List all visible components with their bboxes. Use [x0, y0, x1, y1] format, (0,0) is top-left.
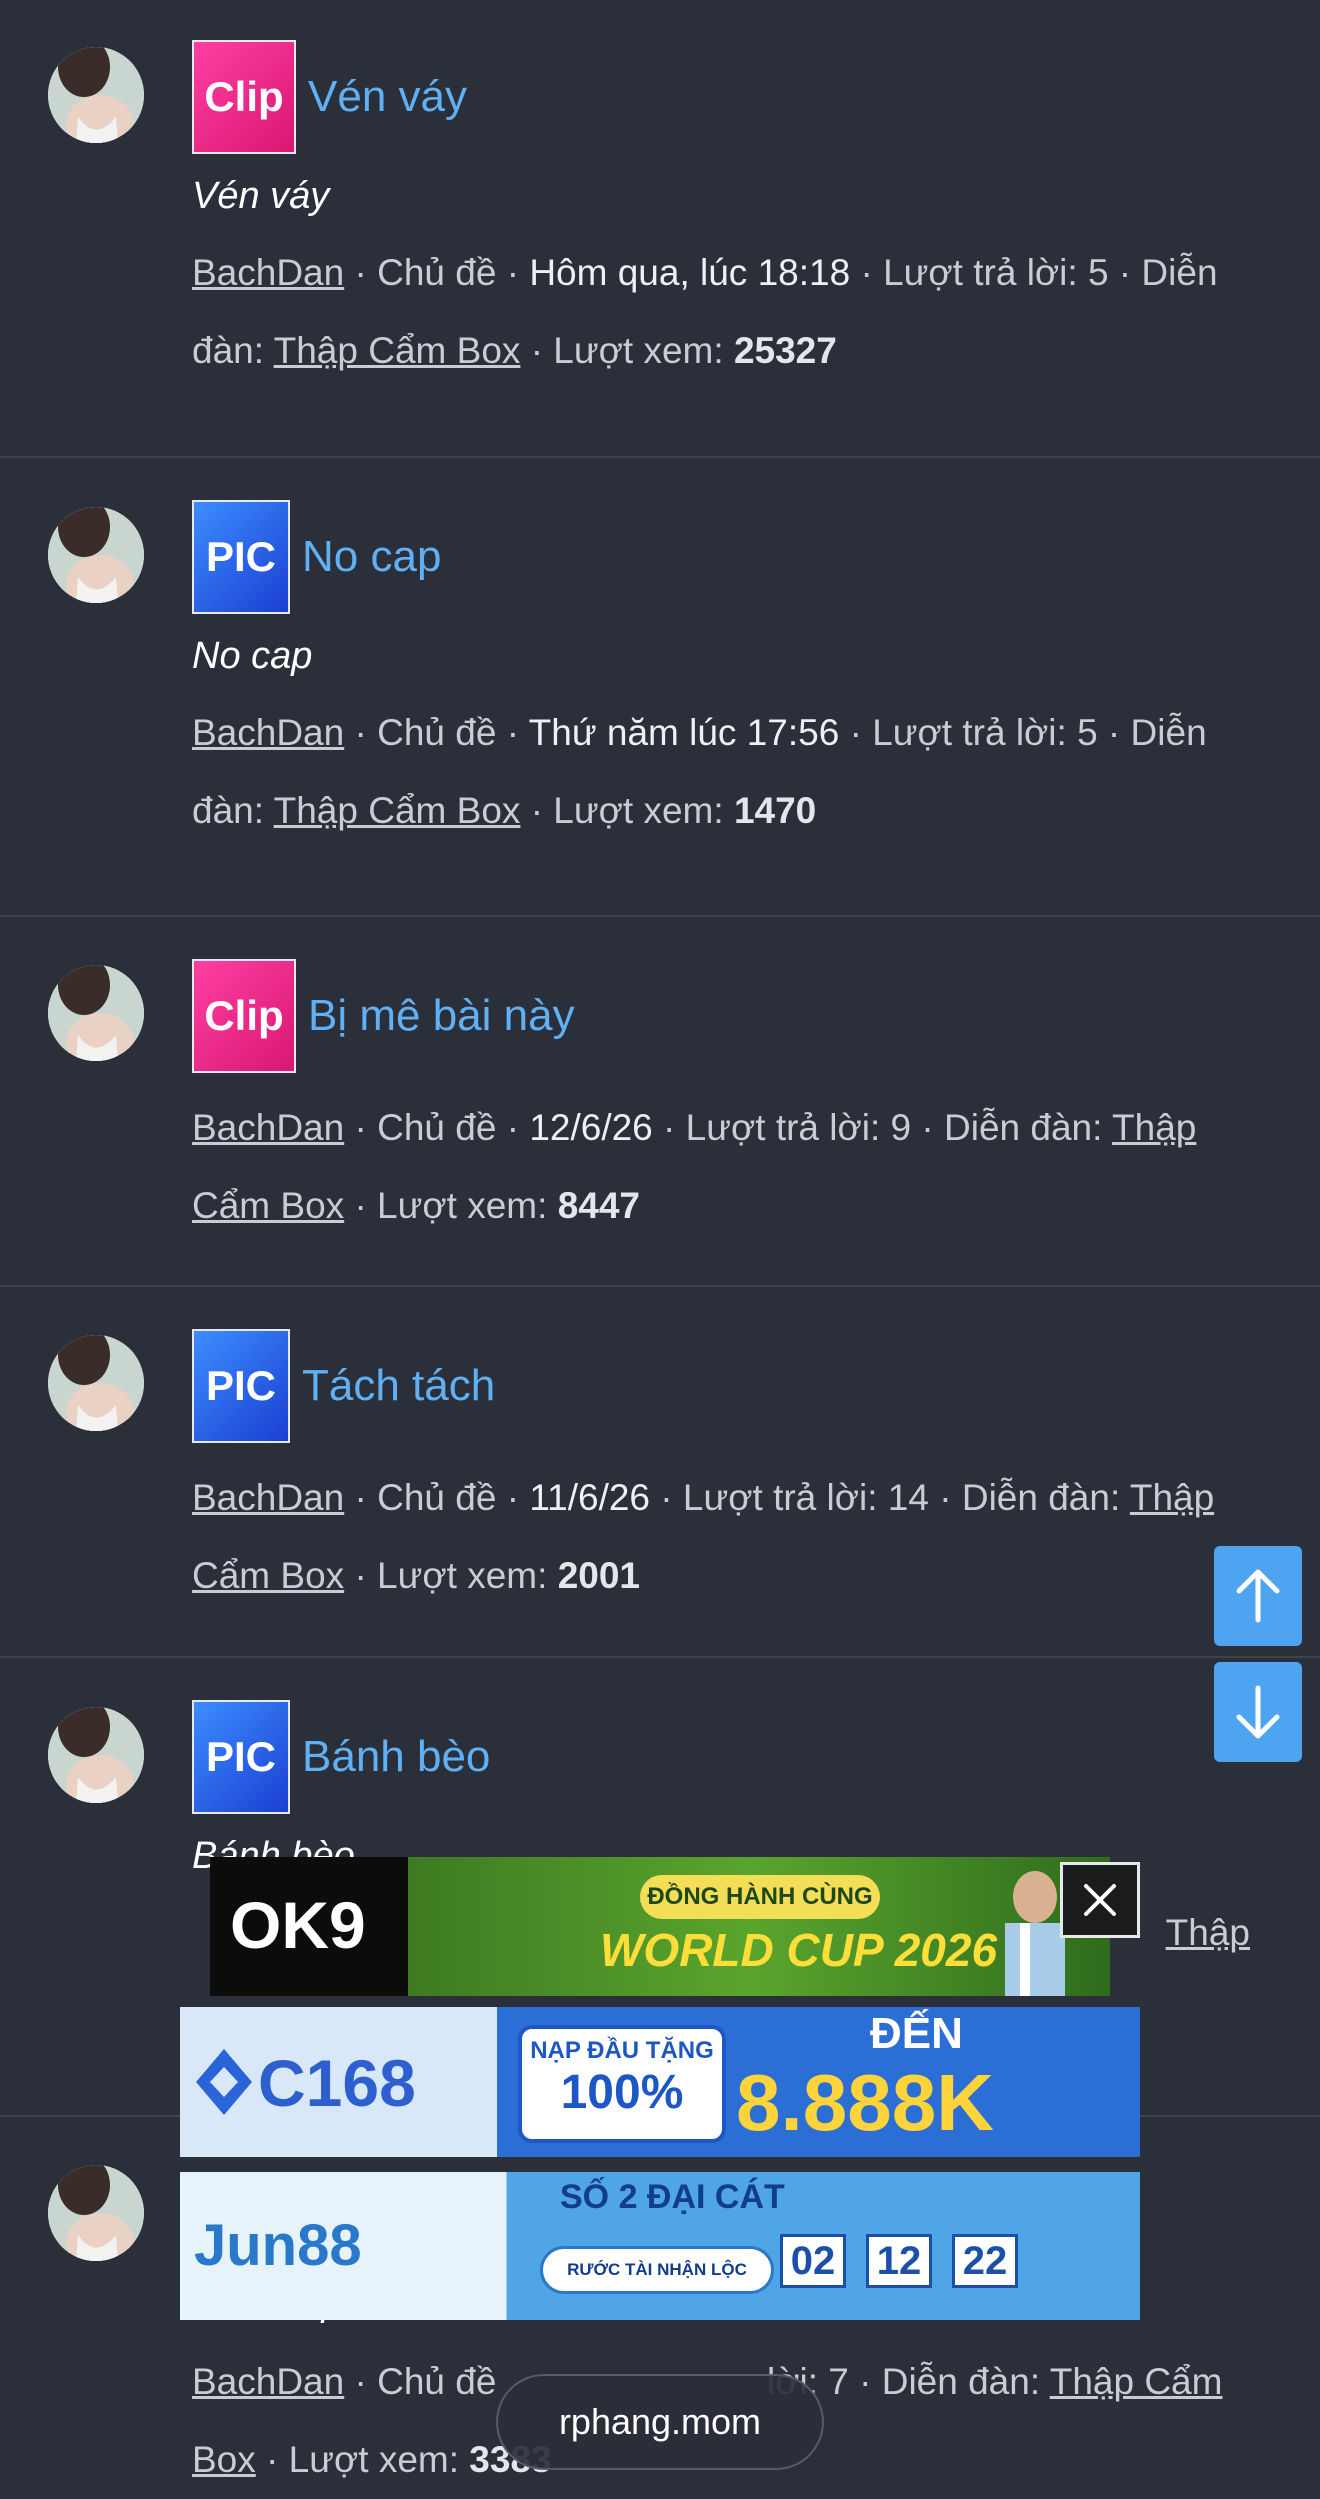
view-count: 25327: [733, 330, 837, 371]
reply-count: Lượt trả lời: 14: [682, 1477, 929, 1518]
thread-item[interactable]: PIC No cap No cap BachDan · Chủ đề · Thứ…: [0, 458, 1320, 917]
avatar[interactable]: [48, 47, 144, 143]
c168-brand: C168: [258, 2046, 416, 2120]
c168-amount: 8.888K: [736, 2058, 994, 2147]
author-link[interactable]: BachDan: [192, 1477, 344, 1518]
thread-meta: BachDan · Chủ đề · Thứ năm lúc 17:56 · L…: [192, 712, 1207, 831]
thread-item[interactable]: PIC Tách tách BachDan · Chủ đề · 11/6/26…: [0, 1287, 1320, 1658]
scroll-top-button[interactable]: [1214, 1546, 1302, 1646]
author-link[interactable]: BachDan: [192, 712, 344, 753]
view-label: Lượt xem:: [553, 790, 734, 831]
prefix-pic-badge[interactable]: PIC: [192, 1329, 290, 1443]
thread-title[interactable]: Tách tách: [302, 1364, 495, 1408]
view-label: Lượt xem:: [377, 1185, 558, 1226]
thread-date: Thứ năm lúc 17:56: [528, 712, 840, 753]
jun88-brand: Jun88: [194, 2213, 362, 2278]
thread-meta: BachDan · Chủ đề · Hôm qua, lúc 18:18 · …: [192, 252, 1218, 371]
view-count: 1470: [733, 790, 817, 831]
jun88-ad-banner[interactable]: Jun88 SỐ 2 ĐẠI CÁT RƯỚC TÀI NHẬN LỘC 02 …: [180, 2172, 1140, 2320]
close-icon: [1084, 1884, 1116, 1916]
jun88-tag: SỐ 2 ĐẠI CÁT: [560, 2178, 785, 2216]
ok9-headline: WORLD CUP 2026: [600, 1924, 998, 1976]
thread-date: 11/6/26: [529, 1477, 651, 1518]
thread-kind: Chủ đề: [377, 252, 497, 293]
thread-title[interactable]: Bánh bèo: [302, 1735, 490, 1779]
author-link[interactable]: BachDan: [192, 2361, 344, 2402]
thread-title[interactable]: Vén váy: [308, 75, 467, 119]
c168-ad-banner[interactable]: C168 NẠP ĐẦU TẶNG 100% ĐẾN 8.888K: [180, 2007, 1140, 2157]
jun88-date-year: 22: [952, 2234, 1018, 2288]
thread-meta: BachDan · Chủ đề · 11/6/26 · Lượt trả lờ…: [192, 1477, 1215, 1596]
jun88-subtag: RƯỚC TÀI NHẬN LỘC: [540, 2246, 774, 2294]
site-domain-pill[interactable]: rphang.mom: [496, 2374, 824, 2470]
thread-item[interactable]: Clip Bị mê bài này BachDan · Chủ đề · 12…: [0, 917, 1320, 1287]
reply-count: Lượt trả lời: 5: [883, 252, 1109, 293]
reply-count: Lượt trả lời: 5: [872, 712, 1098, 753]
prefix-clip-badge[interactable]: Clip: [192, 40, 296, 154]
thread-kind: Chủ đề: [377, 1107, 497, 1148]
forum-link[interactable]: Thập Cẩm Box: [274, 330, 521, 371]
thread-kind: Chủ đề: [377, 2361, 497, 2402]
thread-item[interactable]: Clip Vén váy Vén váy BachDan · Chủ đề · …: [0, 0, 1320, 458]
forum-label: Diễn đàn:: [881, 2361, 1050, 2402]
avatar[interactable]: [48, 2165, 144, 2261]
arrow-up-icon: [1236, 1569, 1280, 1623]
view-count: 8447: [557, 1185, 640, 1226]
scroll-bottom-button[interactable]: [1214, 1662, 1302, 1762]
forum-label: Diễn đàn:: [944, 1107, 1113, 1148]
thread-kind: Chủ đề: [377, 712, 497, 753]
avatar[interactable]: [48, 1335, 144, 1431]
arrow-down-icon: [1236, 1685, 1280, 1739]
view-label: Lượt xem:: [377, 1555, 558, 1596]
jun88-date-month: 12: [866, 2234, 932, 2288]
avatar[interactable]: [48, 965, 144, 1061]
prefix-clip-badge[interactable]: Clip: [192, 959, 296, 1073]
thread-title[interactable]: No cap: [302, 535, 441, 579]
author-link[interactable]: BachDan: [192, 1107, 344, 1148]
ok9-ad-banner[interactable]: OK9 ĐỒNG HÀNH CÙNG WORLD CUP 2026: [210, 1857, 1110, 1996]
thread-title[interactable]: Bị mê bài này: [308, 994, 575, 1038]
thread-snippet: Vén váy: [192, 175, 330, 217]
c168-tag: NẠP ĐẦU TẶNG: [530, 2037, 714, 2064]
c168-logo-icon: [196, 2049, 252, 2115]
thread-date: Hôm qua, lúc 18:18: [529, 252, 851, 293]
c168-to: ĐẾN: [870, 2009, 963, 2058]
author-link[interactable]: BachDan: [192, 252, 344, 293]
prefix-pic-badge[interactable]: PIC: [192, 1700, 290, 1814]
close-ad-button[interactable]: [1060, 1862, 1140, 1938]
ok9-tag: ĐỒNG HÀNH CÙNG: [640, 1875, 880, 1919]
view-label: Lượt xem:: [553, 330, 734, 371]
thread-snippet: No cap: [192, 635, 313, 677]
reply-count: Lượt trả lời: 9: [685, 1107, 912, 1148]
view-label: Lượt xem:: [288, 2439, 470, 2480]
thread-kind: Chủ đề: [377, 1477, 497, 1518]
c168-percent: 100%: [560, 2066, 684, 2119]
avatar[interactable]: [48, 1707, 144, 1803]
thread-date: 12/6/26: [529, 1107, 653, 1148]
avatar[interactable]: [48, 507, 144, 603]
forum-link[interactable]: Thập: [1166, 1912, 1250, 1953]
jun88-date-day: 02: [780, 2234, 846, 2288]
forum-label: Diễn đàn:: [961, 1477, 1130, 1518]
thread-meta: BachDan · Chủ đề · 12/6/26 · Lượt trả lờ…: [192, 1107, 1197, 1226]
prefix-pic-badge[interactable]: PIC: [192, 500, 290, 614]
forum-link[interactable]: Thập Cẩm Box: [274, 790, 521, 831]
ok9-brand: OK9: [230, 1888, 366, 1962]
view-count: 2001: [557, 1555, 640, 1596]
